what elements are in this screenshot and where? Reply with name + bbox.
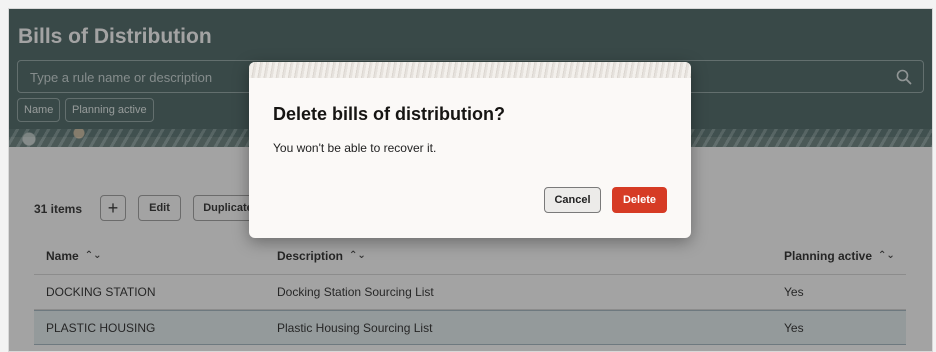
dialog-title: Delete bills of distribution?: [273, 104, 506, 124]
delete-button[interactable]: Delete: [612, 187, 667, 213]
dialog-header-decoration: [249, 62, 691, 78]
dialog-message: You won't be able to recover it.: [273, 141, 437, 155]
delete-confirmation-dialog: Delete bills of distribution? You won't …: [249, 62, 691, 238]
cancel-button[interactable]: Cancel: [544, 187, 601, 213]
